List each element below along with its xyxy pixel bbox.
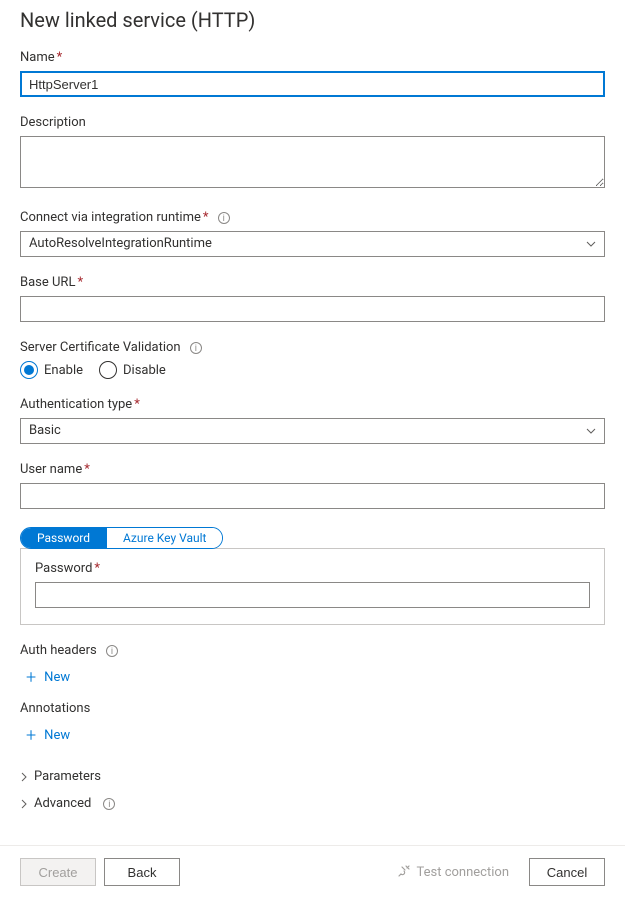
add-annotation-button[interactable]: + New: [20, 722, 76, 749]
description-label: Description: [20, 115, 605, 130]
radio-disable[interactable]: Disable: [99, 361, 166, 379]
required-asterisk: *: [84, 462, 90, 477]
authtype-label-text: Authentication type: [20, 397, 132, 412]
add-annotation-label: New: [44, 728, 70, 743]
radio-disable-label: Disable: [123, 363, 166, 378]
radio-inner: [24, 365, 34, 375]
tab-azure-key-vault[interactable]: Azure Key Vault: [107, 528, 222, 548]
field-name: Name*: [20, 50, 605, 97]
auth-headers-label: Auth headers i: [20, 643, 605, 658]
runtime-label-text: Connect via integration runtime: [20, 210, 201, 225]
name-label: Name*: [20, 50, 605, 65]
cert-validation-label-text: Server Certificate Validation: [20, 340, 181, 355]
runtime-select[interactable]: AutoResolveIntegrationRuntime: [20, 231, 605, 257]
cert-validation-radios: Enable Disable: [20, 361, 605, 379]
field-runtime: Connect via integration runtime* i AutoR…: [20, 210, 605, 257]
name-input[interactable]: [20, 71, 605, 97]
field-cert-validation: Server Certificate Validation i Enable D…: [20, 340, 605, 379]
test-connection-label: Test connection: [417, 865, 510, 880]
field-username: User name*: [20, 462, 605, 509]
field-annotations: Annotations + New: [20, 701, 605, 749]
required-asterisk: *: [57, 50, 63, 65]
password-label-text: Password: [35, 561, 92, 576]
plug-icon: [397, 865, 411, 879]
chevron-right-icon: [20, 772, 28, 782]
cert-validation-label: Server Certificate Validation i: [20, 340, 605, 355]
radio-outer: [99, 361, 117, 379]
authtype-value: Basic: [29, 423, 61, 438]
auth-headers-label-text: Auth headers: [20, 643, 97, 658]
username-label-text: User name: [20, 462, 82, 477]
add-auth-header-label: New: [44, 670, 70, 685]
section-parameters-label: Parameters: [34, 769, 101, 784]
plus-icon: +: [26, 671, 36, 685]
chevron-right-icon: [20, 799, 28, 809]
radio-enable[interactable]: Enable: [20, 361, 83, 379]
baseurl-label-text: Base URL: [20, 275, 75, 290]
test-connection-button[interactable]: Test connection: [397, 865, 510, 880]
cancel-button[interactable]: Cancel: [529, 858, 605, 886]
required-asterisk: *: [77, 275, 83, 290]
section-advanced[interactable]: Advanced i: [20, 790, 605, 817]
field-description: Description: [20, 115, 605, 192]
username-label: User name*: [20, 462, 605, 477]
field-baseurl: Base URL*: [20, 275, 605, 322]
radio-enable-label: Enable: [44, 363, 83, 378]
tab-password[interactable]: Password: [21, 528, 107, 548]
authtype-label: Authentication type*: [20, 397, 605, 412]
required-asterisk: *: [94, 561, 100, 576]
create-button[interactable]: Create: [20, 858, 96, 886]
required-asterisk: *: [203, 210, 209, 225]
back-button[interactable]: Back: [104, 858, 180, 886]
info-icon[interactable]: i: [218, 212, 230, 224]
annotations-label: Annotations: [20, 701, 605, 716]
password-input[interactable]: [35, 582, 590, 608]
footer-right: Test connection Cancel: [397, 858, 606, 886]
radio-outer: [20, 361, 38, 379]
runtime-label: Connect via integration runtime* i: [20, 210, 605, 225]
info-icon[interactable]: i: [190, 342, 202, 354]
field-auth-headers: Auth headers i + New: [20, 643, 605, 691]
required-asterisk: *: [134, 397, 140, 412]
linked-service-panel: New linked service (HTTP) Name* Descript…: [0, 0, 625, 817]
chevron-down-icon: [586, 428, 596, 434]
add-auth-header-button[interactable]: + New: [20, 664, 76, 691]
info-icon[interactable]: i: [103, 798, 115, 810]
username-input[interactable]: [20, 483, 605, 509]
footer-left: Create Back: [20, 858, 180, 886]
baseurl-label: Base URL*: [20, 275, 605, 290]
chevron-down-icon: [586, 241, 596, 247]
page-title: New linked service (HTTP): [20, 8, 605, 32]
password-inner-box: Password*: [20, 548, 605, 625]
password-label: Password*: [35, 561, 590, 576]
password-source-tabs: Password Azure Key Vault: [20, 527, 223, 549]
field-authtype: Authentication type* Basic: [20, 397, 605, 444]
plus-icon: +: [26, 729, 36, 743]
authtype-select[interactable]: Basic: [20, 418, 605, 444]
info-icon[interactable]: i: [106, 645, 118, 657]
description-input[interactable]: [20, 136, 605, 188]
footer-bar: Create Back Test connection Cancel: [0, 845, 625, 902]
section-parameters[interactable]: Parameters: [20, 763, 605, 790]
runtime-value: AutoResolveIntegrationRuntime: [29, 236, 212, 251]
section-advanced-label: Advanced: [34, 796, 91, 811]
field-password-block: Password Azure Key Vault Password*: [20, 527, 605, 625]
name-label-text: Name: [20, 50, 55, 65]
baseurl-input[interactable]: [20, 296, 605, 322]
